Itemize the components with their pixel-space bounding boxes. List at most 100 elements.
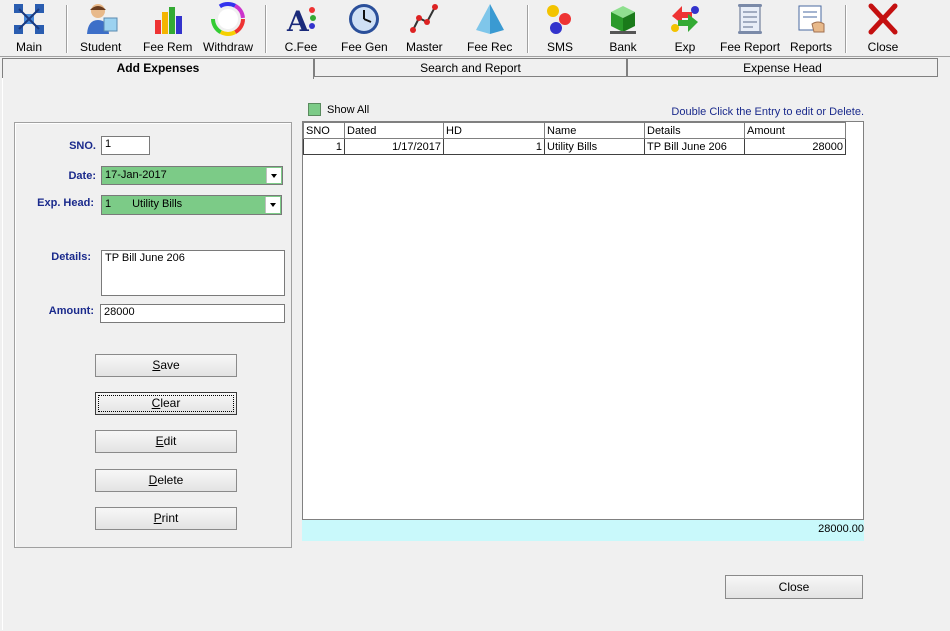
cell-details: TP Bill June 206 bbox=[644, 138, 745, 155]
toolbar-label: Bank bbox=[609, 40, 637, 54]
toolbar-label: SMS bbox=[546, 40, 573, 54]
print-button[interactable]: Print bbox=[95, 507, 237, 530]
edit-hotkey: E bbox=[155, 434, 164, 448]
table-row[interactable]: 1 1/17/2017 1 Utility Bills TP Bill June… bbox=[303, 138, 846, 155]
toolbar-label: Fee Rem bbox=[143, 40, 193, 54]
column-header-amount[interactable]: Amount bbox=[744, 122, 846, 139]
toolbar-label: Exp bbox=[674, 40, 696, 54]
grid-hint: Double Click the Entry to edit or Delete… bbox=[671, 106, 864, 118]
cell-sno: 1 bbox=[303, 138, 345, 155]
date-value: 17-Jan-2017 bbox=[105, 169, 167, 181]
toolbar-main-button[interactable]: Main bbox=[12, 2, 46, 54]
exp-head-code: 1 bbox=[105, 198, 112, 210]
delete-hotkey: D bbox=[148, 473, 158, 487]
report-hand-icon bbox=[798, 5, 825, 33]
grid-icon bbox=[14, 4, 44, 34]
toolbar-label: Fee Report bbox=[720, 40, 781, 54]
chevron-down-icon[interactable] bbox=[266, 168, 281, 183]
recycle-arrows-icon bbox=[671, 6, 699, 32]
delete-button[interactable]: Delete bbox=[95, 469, 237, 492]
clear-label: lear bbox=[160, 396, 181, 410]
sno-label: SNO. bbox=[69, 140, 96, 152]
letter-a-icon: A bbox=[286, 5, 316, 36]
total-amount: 28000.00 bbox=[302, 520, 864, 541]
exp-head-value: Utility Bills bbox=[132, 198, 183, 210]
toolbar-cfee-button[interactable]: A C.Fee bbox=[284, 2, 318, 54]
column-header-sno[interactable]: SNO bbox=[303, 122, 345, 139]
chevron-down-icon[interactable] bbox=[265, 197, 280, 213]
color-wheel-icon bbox=[211, 2, 245, 36]
exp-head-select[interactable]: 1 Utility Bills bbox=[101, 195, 282, 215]
toolbar-fee-rem-button[interactable]: Fee Rem bbox=[143, 2, 192, 54]
red-x-icon bbox=[868, 3, 898, 35]
cell-dated: 1/17/2017 bbox=[344, 138, 444, 155]
toolbar-separator bbox=[527, 5, 529, 53]
show-all-checkbox[interactable]: Show All bbox=[308, 103, 369, 116]
green-cube-icon bbox=[610, 6, 636, 34]
toolbar-label: Reports bbox=[790, 40, 833, 54]
tab-expense-head[interactable]: Expense Head bbox=[627, 58, 938, 77]
toolbar-separator bbox=[845, 5, 847, 53]
clock-icon bbox=[349, 4, 380, 34]
toolbar-withdraw-button[interactable]: Withdraw bbox=[203, 2, 253, 54]
toolbar-reports-button[interactable]: Reports bbox=[790, 2, 832, 54]
pyramid-icon bbox=[475, 4, 504, 34]
details-label: Details: bbox=[51, 251, 91, 263]
toolbar-bank-button[interactable]: Bank bbox=[606, 2, 640, 54]
balls-icon bbox=[547, 5, 571, 34]
cell-hd: 1 bbox=[443, 138, 545, 155]
toolbar-label: Main bbox=[15, 40, 42, 54]
toolbar-label: Master bbox=[406, 40, 443, 54]
toolbar-master-button[interactable]: Master bbox=[406, 2, 443, 54]
tab-add-expenses[interactable]: Add Expenses bbox=[2, 58, 314, 79]
show-all-box[interactable] bbox=[308, 103, 321, 116]
expenses-grid[interactable]: SNO Dated HD Name Details Amount 1 1/17/… bbox=[302, 121, 864, 520]
cell-amount: 28000 bbox=[744, 138, 846, 155]
toolbar-close-button[interactable]: Close bbox=[866, 2, 900, 54]
amount-field[interactable]: 28000 bbox=[100, 304, 285, 323]
clear-button[interactable]: Clear bbox=[95, 392, 237, 415]
save-label: ave bbox=[160, 358, 180, 372]
toolbar-fee-gen-button[interactable]: Fee Gen bbox=[341, 2, 388, 54]
toolbar-label: Student bbox=[80, 40, 122, 54]
print-hotkey: P bbox=[153, 511, 162, 525]
toolbar-fee-report-button[interactable]: Fee Report bbox=[720, 2, 780, 54]
expenses-table: SNO Dated HD Name Details Amount 1 1/17/… bbox=[303, 122, 846, 155]
close-button[interactable]: Close bbox=[725, 575, 863, 599]
line-chart-icon bbox=[410, 4, 439, 33]
date-label: Date: bbox=[68, 170, 96, 182]
delete-label: elete bbox=[157, 473, 184, 487]
scroll-icon bbox=[738, 4, 763, 34]
bar-chart-icon bbox=[154, 7, 182, 34]
column-header-dated[interactable]: Dated bbox=[344, 122, 444, 139]
toolbar-separator bbox=[66, 5, 68, 53]
student-icon bbox=[86, 4, 118, 34]
date-picker[interactable]: 17-Jan-2017 bbox=[101, 166, 283, 185]
edit-label: dit bbox=[163, 434, 177, 448]
toolbar-label: Fee Rec bbox=[467, 40, 513, 54]
edit-button[interactable]: Edit bbox=[95, 430, 237, 453]
tab-search-and-report[interactable]: Search and Report bbox=[314, 58, 627, 77]
column-header-details[interactable]: Details bbox=[644, 122, 745, 139]
save-button[interactable]: Save bbox=[95, 354, 237, 377]
column-header-name[interactable]: Name bbox=[544, 122, 645, 139]
details-textarea[interactable]: TP Bill June 206 bbox=[101, 250, 285, 296]
toolbar-student-button[interactable]: Student bbox=[80, 2, 121, 54]
toolbar-separator bbox=[265, 5, 267, 53]
toolbar-label: C.Fee bbox=[284, 40, 318, 54]
toolbar-exp-button[interactable]: Exp bbox=[668, 2, 702, 54]
amount-label: Amount: bbox=[48, 305, 94, 317]
toolbar-fee-rec-button[interactable]: Fee Rec bbox=[467, 2, 512, 54]
sno-field[interactable]: 1 bbox=[101, 136, 150, 155]
table-header-row: SNO Dated HD Name Details Amount bbox=[303, 122, 846, 139]
cell-name: Utility Bills bbox=[544, 138, 645, 155]
toolbar: Main Student Fee Rem Withdraw A C.Fee Fe… bbox=[0, 0, 950, 57]
toolbar-label: Withdraw bbox=[203, 40, 254, 54]
show-all-label: Show All bbox=[327, 103, 370, 116]
toolbar-label: Fee Gen bbox=[341, 40, 388, 54]
toolbar-label: Close bbox=[867, 40, 899, 54]
column-header-hd[interactable]: HD bbox=[443, 122, 545, 139]
svg-text:A: A bbox=[286, 5, 310, 36]
toolbar-sms-button[interactable]: SMS bbox=[543, 2, 577, 54]
print-label: rint bbox=[161, 511, 179, 525]
